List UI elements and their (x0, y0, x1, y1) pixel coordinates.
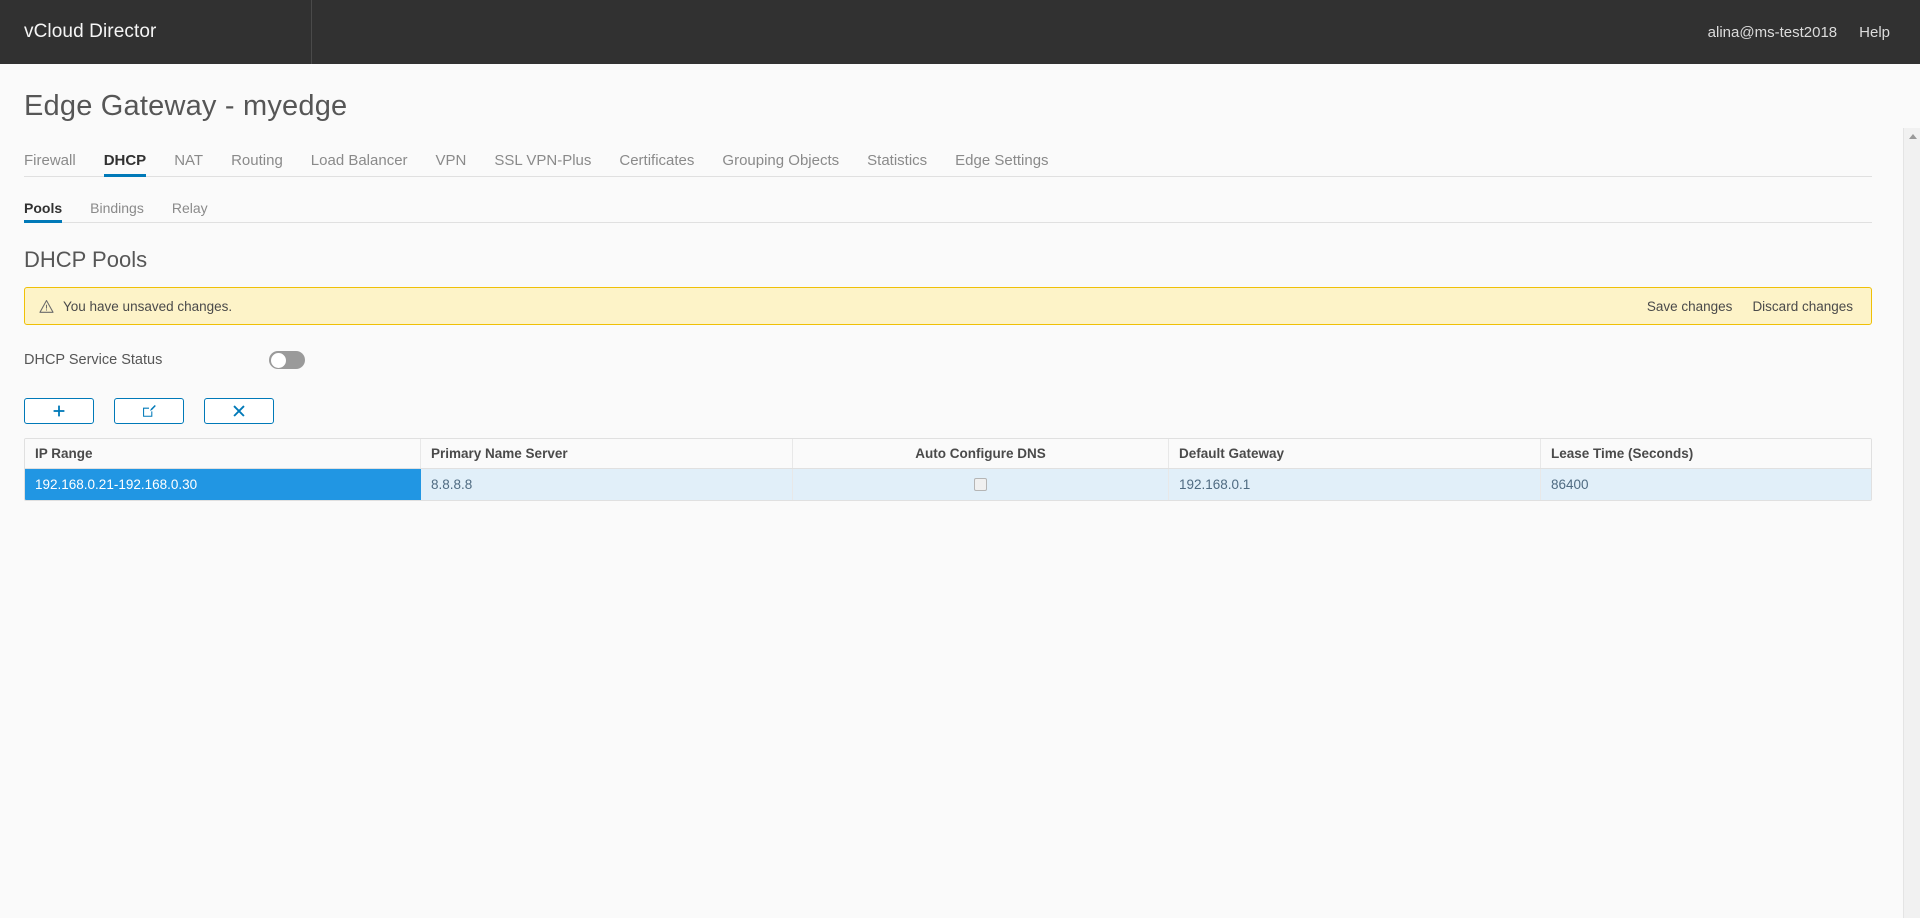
banner-actions: Save changes Discard changes (1647, 299, 1859, 314)
user-account-link[interactable]: alina@ms-test2018 (1708, 24, 1837, 41)
header-right-actions: alina@ms-test2018 Help (1708, 24, 1920, 41)
tab-statistics[interactable]: Statistics (853, 153, 941, 176)
section-title: DHCP Pools (24, 247, 148, 272)
dhcp-pools-table: IP Range Primary Name Server Auto Config… (24, 438, 1872, 501)
pool-toolbar (24, 398, 1896, 424)
subtab-relay[interactable]: Relay (158, 201, 222, 222)
tab-grouping-objects[interactable]: Grouping Objects (708, 153, 853, 176)
tab-firewall[interactable]: Firewall (24, 153, 90, 176)
column-header-auto-configure-dns[interactable]: Auto Configure DNS (793, 439, 1169, 468)
edit-pencil-icon (143, 404, 156, 417)
scroll-up-arrow-icon[interactable] (1904, 128, 1920, 145)
tab-vpn[interactable]: VPN (422, 153, 481, 176)
save-changes-button[interactable]: Save changes (1647, 299, 1733, 314)
dhcp-service-status-row: DHCP Service Status (24, 347, 1896, 373)
tab-routing[interactable]: Routing (217, 153, 297, 176)
tab-dhcp[interactable]: DHCP (90, 153, 161, 177)
subtab-bindings[interactable]: Bindings (76, 201, 158, 222)
tab-load-balancer[interactable]: Load Balancer (297, 153, 422, 176)
app-header: vCloud Director alina@ms-test2018 Help (0, 0, 1920, 64)
plus-icon (53, 405, 65, 417)
table-header-row: IP Range Primary Name Server Auto Config… (25, 439, 1871, 469)
column-header-ip-range[interactable]: IP Range (25, 439, 421, 468)
banner-message-group: You have unsaved changes. (39, 299, 232, 314)
primary-tab-bar: Firewall DHCP NAT Routing Load Balancer VPN SS… (24, 145, 1872, 177)
banner-message: You have unsaved changes. (63, 298, 233, 314)
dhcp-service-status-toggle[interactable] (269, 351, 305, 369)
unsaved-changes-banner: You have unsaved changes. Save changes D… (24, 287, 1872, 325)
auto-configure-dns-checkbox[interactable] (974, 478, 987, 491)
toggle-knob (270, 352, 286, 368)
secondary-tab-bar: Pools Bindings Relay (24, 195, 1872, 223)
cell-primary-name-server[interactable]: 8.8.8.8 (421, 469, 793, 500)
app-title: vCloud Director (24, 21, 157, 42)
subtab-pools[interactable]: Pools (24, 201, 76, 223)
tab-ssl-vpn-plus[interactable]: SSL VPN-Plus (480, 153, 605, 176)
table-row[interactable]: 192.168.0.21-192.168.0.30 8.8.8.8 192.16… (25, 469, 1871, 500)
column-header-lease-time[interactable]: Lease Time (Seconds) (1541, 439, 1871, 468)
dhcp-service-status-label: DHCP Service Status (24, 352, 163, 368)
add-pool-button[interactable] (24, 398, 94, 424)
warning-triangle-icon (39, 299, 54, 314)
column-header-primary-name-server[interactable]: Primary Name Server (421, 439, 793, 468)
column-header-default-gateway[interactable]: Default Gateway (1169, 439, 1541, 468)
tab-nat[interactable]: NAT (160, 153, 217, 176)
cell-ip-range[interactable]: 192.168.0.21-192.168.0.30 (25, 469, 421, 500)
tab-edge-settings[interactable]: Edge Settings (941, 153, 1062, 176)
tab-certificates[interactable]: Certificates (605, 153, 708, 176)
page-title: Edge Gateway - myedge (24, 90, 348, 122)
help-link[interactable]: Help (1859, 24, 1890, 41)
close-x-icon (233, 405, 245, 417)
delete-pool-button[interactable] (204, 398, 274, 424)
cell-auto-configure-dns[interactable] (793, 469, 1169, 500)
page-scrollbar[interactable] (1903, 128, 1920, 918)
cell-lease-time[interactable]: 86400 (1541, 469, 1871, 500)
discard-changes-button[interactable]: Discard changes (1752, 299, 1853, 314)
cell-default-gateway[interactable]: 192.168.0.1 (1169, 469, 1541, 500)
brand-cell: vCloud Director (0, 0, 312, 64)
page-content: Edge Gateway - myedge Firewall DHCP NAT Rou… (0, 64, 1920, 918)
edit-pool-button[interactable] (114, 398, 184, 424)
